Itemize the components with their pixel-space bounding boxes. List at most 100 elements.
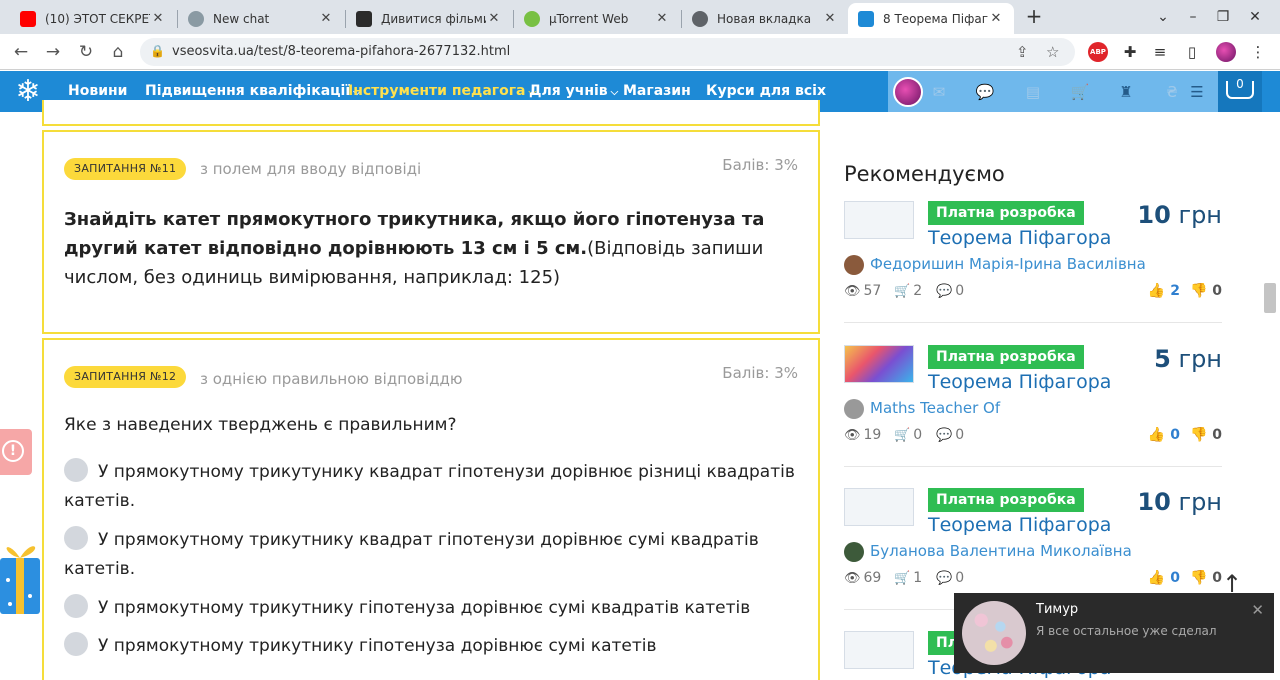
mail-icon[interactable]: ✉ [928, 82, 950, 102]
close-tab-icon[interactable]: ✕ [486, 11, 502, 26]
radio-button[interactable] [64, 526, 88, 550]
cart-button[interactable]: 0 [1218, 71, 1262, 112]
thumbnail-placeholder[interactable] [844, 201, 914, 239]
radio-button[interactable] [64, 594, 88, 618]
radio-button[interactable] [64, 458, 88, 482]
chrome-icon [692, 10, 708, 27]
close-tab-icon[interactable]: ✕ [654, 11, 670, 26]
forward-icon[interactable]: → [42, 41, 64, 63]
cart-icon: 🛒 [894, 284, 911, 299]
close-tab-icon[interactable]: ✕ [150, 11, 166, 26]
thumbs-down-icon: 👎 0 [1189, 283, 1222, 299]
menu-qualification[interactable]: Підвищення кваліфікації ⌵ [145, 83, 361, 99]
user-avatar[interactable] [893, 77, 923, 107]
back-icon[interactable]: ← [10, 41, 32, 63]
eye-icon: 👁 [844, 428, 861, 443]
share-icon[interactable]: ⇪ [1016, 43, 1029, 61]
document-icon[interactable]: ▤ [1022, 82, 1044, 102]
answer-option[interactable]: У прямокутному трикутнику гіпотенуза дор… [64, 594, 804, 623]
close-icon[interactable]: ✕ [1251, 601, 1264, 619]
adblock-icon[interactable]: ABP [1088, 42, 1108, 62]
recommended-item[interactable]: Платна розробка Теорема Піфагора 10 грн … [844, 488, 1222, 608]
author-name[interactable]: Maths Teacher Of [870, 399, 1000, 417]
scrollbar-thumb[interactable] [1264, 283, 1276, 313]
lock-icon: 🔒 [150, 44, 165, 58]
close-window-icon[interactable]: ✕ [1240, 6, 1270, 28]
paid-badge: Платна розробка [928, 201, 1084, 225]
comments-count: 💬 0 [936, 570, 965, 586]
recommended-item[interactable]: Платна розробка Теорема Піфагора 10 грн … [844, 201, 1222, 321]
chat-notification[interactable]: Тимур Я все остальное уже сделал ✕ [954, 593, 1274, 673]
menu-courses[interactable]: Курси для всіх [706, 83, 826, 99]
eye-icon: 👁 [844, 284, 861, 299]
recommended-title[interactable]: Теорема Піфагора [928, 227, 1111, 249]
comments-count: 💬 0 [936, 283, 965, 299]
answer-option[interactable]: У прямокутному трикутнику гіпотенуза дор… [64, 632, 804, 661]
reload-icon[interactable]: ↻ [75, 41, 97, 63]
film-site-icon [356, 10, 372, 27]
utorrent-icon [524, 10, 540, 27]
minimize-icon[interactable]: – [1178, 6, 1208, 28]
home-icon[interactable]: ⌂ [107, 41, 129, 63]
hamburger-menu-icon[interactable]: ☰ [1186, 82, 1208, 102]
chevron-down-icon[interactable]: ⌄ [1148, 6, 1178, 28]
sales-count: 🛒 1 [894, 570, 923, 586]
sidebar-title: Рекомендуємо [844, 162, 1005, 186]
address-bar[interactable]: 🔒 vseosvita.ua/test/8-teorema-pifahora-2… [140, 38, 1075, 66]
author-name[interactable]: Федоришин Марія-Ірина Василівна [870, 255, 1146, 273]
question-card: ЗАПИТАННЯ №12 з однією правильною відпов… [42, 338, 820, 680]
menu-news[interactable]: Новини [68, 83, 128, 99]
gift-icon[interactable] [0, 536, 44, 616]
thumbs-down-icon: 👎 0 [1189, 570, 1222, 586]
browser-toolbar: ← → ↻ ⌂ 🔒 vseosvita.ua/test/8-teorema-pi… [0, 34, 1280, 70]
browser-tab[interactable]: New chat ✕ [178, 3, 344, 34]
thumbnail-image[interactable] [844, 345, 914, 383]
question-card: ЗАПИТАННЯ №11 з полем для вводу відповід… [42, 130, 820, 334]
author-name[interactable]: Буланова Валентина Миколаївна [870, 542, 1132, 560]
answer-option[interactable]: У прямокутному трикутунику квадрат гіпот… [64, 458, 804, 516]
rating: 👍 2 👎 0 [1148, 283, 1222, 299]
menu-students[interactable]: Для учнів ⌵ [529, 83, 618, 99]
recommended-item[interactable]: Платна розробка Теорема Піфагора 5 грн M… [844, 345, 1222, 465]
extensions-puzzle-icon[interactable]: ✚ [1120, 42, 1140, 62]
radio-button[interactable] [64, 632, 88, 656]
vseosvita-icon [858, 10, 874, 27]
close-tab-icon[interactable]: ✕ [822, 11, 838, 26]
browser-tab[interactable]: (10) ЭТОТ СЕКРЕТН ✕ [10, 3, 176, 34]
author-avatar [844, 399, 864, 419]
price: 5 грн [1154, 345, 1222, 373]
author-avatar [844, 542, 864, 562]
new-tab-icon[interactable]: + [1022, 6, 1046, 28]
thumbs-up-icon: 👍 2 [1147, 283, 1180, 299]
report-error-button[interactable]: ! [0, 429, 32, 475]
recommended-title[interactable]: Теорема Піфагора [928, 371, 1111, 393]
media-control-icon[interactable]: ≡ [1150, 42, 1170, 62]
paid-badge: Платна розробка [928, 488, 1084, 512]
browser-tab[interactable]: Новая вкладка ✕ [682, 3, 848, 34]
answer-option[interactable]: У прямокутному трикутнику квадрат гіпоте… [64, 526, 804, 584]
question-score: Балів: 3% [722, 156, 798, 174]
thumbnail-placeholder[interactable] [844, 488, 914, 526]
profile-avatar[interactable] [1216, 42, 1236, 62]
menu-shop[interactable]: Магазин [623, 83, 691, 99]
thumbs-down-icon: 👎 0 [1189, 427, 1222, 443]
browser-tab[interactable]: µTorrent Web ✕ [514, 3, 680, 34]
recommended-title[interactable]: Теорема Піфагора [928, 514, 1111, 536]
browser-tab-active[interactable]: 8 Теорема Піфагор ✕ [848, 3, 1014, 34]
close-tab-icon[interactable]: ✕ [318, 11, 334, 26]
chat-icon[interactable]: 💬 [974, 82, 996, 102]
thumbnail-placeholder[interactable] [844, 631, 914, 669]
comments-count: 💬 0 [936, 427, 965, 443]
browser-tab[interactable]: Дивитися фільми с ✕ [346, 3, 512, 34]
vseosvita-logo[interactable]: ❄ [10, 75, 46, 109]
bookmark-star-icon[interactable]: ☆ [1046, 43, 1059, 61]
menu-dots-icon[interactable]: ⋮ [1248, 42, 1268, 62]
close-tab-icon[interactable]: ✕ [988, 11, 1004, 26]
chatgpt-icon [188, 10, 204, 27]
rating: 👍 0 👎 0 [1148, 570, 1222, 586]
trophy-icon[interactable]: ♜ [1115, 82, 1137, 102]
restore-icon[interactable]: ❐ [1208, 6, 1238, 28]
side-panel-icon[interactable]: ▯ [1182, 42, 1202, 62]
cart-outline-icon[interactable]: 🛒 [1069, 82, 1091, 102]
hryvnia-icon[interactable]: ₴ [1161, 82, 1183, 102]
